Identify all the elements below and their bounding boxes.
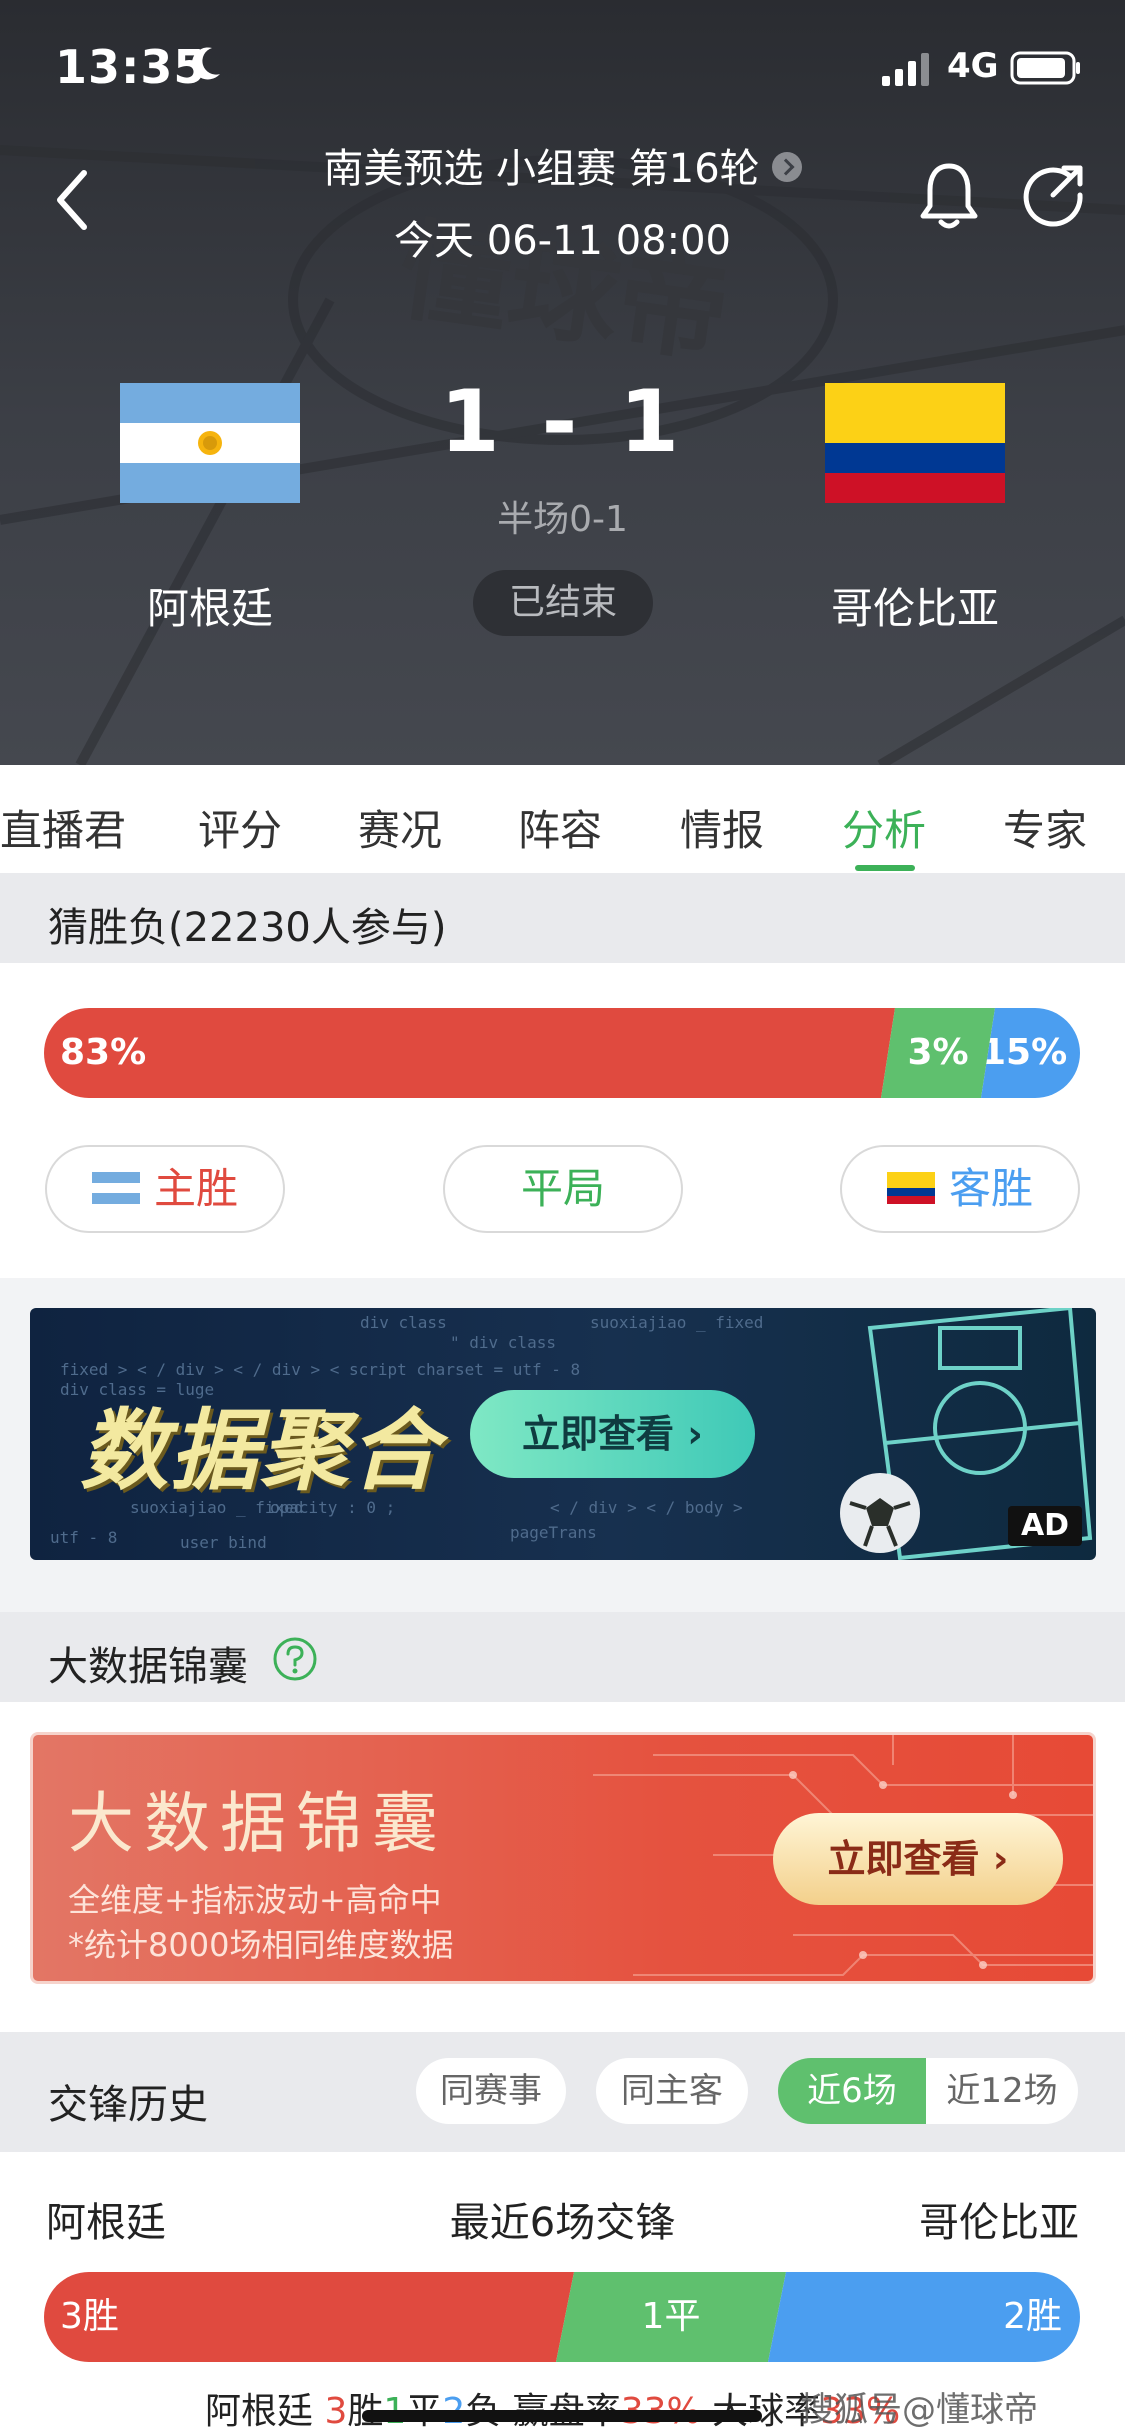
vote-away-button[interactable]: 客胜: [840, 1145, 1080, 1233]
home-team-name[interactable]: 阿根廷: [60, 575, 360, 636]
ad-tag: AD: [1008, 1506, 1082, 1546]
bigdata-section-header: 大数据锦囊: [0, 1612, 1125, 1702]
tab-rating[interactable]: 评分: [198, 797, 282, 858]
ad-code-text: fixed > < / div > < / div > < script cha…: [60, 1360, 581, 1379]
status-bar: 13:35 4G: [0, 0, 1125, 140]
argentina-flag-icon: [91, 1171, 140, 1204]
ad-view-now-button[interactable]: 立即查看 ›: [470, 1390, 755, 1478]
share-icon[interactable]: [1020, 162, 1086, 228]
record-team: 阿根廷: [205, 2391, 314, 2432]
data-aggregation-ad-banner[interactable]: div class suoxiajiao _ fixed fixed > < /…: [30, 1308, 1096, 1560]
bigdata-line-1: 全维度+指标波动+高命中: [68, 1881, 442, 1919]
signal-icon: [882, 53, 929, 86]
bell-icon[interactable]: [918, 160, 980, 232]
guess-section-header: 猜胜负(22230人参与): [0, 873, 1125, 963]
home-win-segment: 83%: [44, 1008, 895, 1098]
h2h-heading: 交锋历史: [48, 2082, 208, 2128]
ad-code-text: suoxiajiao _ fixed: [590, 1313, 764, 1332]
recent-matches-toggle: 近6场 近12场: [778, 2058, 1078, 2124]
tab-match-events[interactable]: 赛况: [358, 797, 442, 858]
filter-same-competition[interactable]: 同赛事: [416, 2058, 566, 2124]
match-title-text: 南美预选 小组赛 第16轮: [323, 146, 760, 192]
network-type: 4G: [947, 46, 999, 86]
tab-bar: 直播君 评分 赛况 阵容 情报 分析 专家: [0, 765, 1125, 873]
colombia-flag-icon: [825, 383, 1005, 503]
toggle-last-6[interactable]: 近6场: [778, 2058, 926, 2124]
guess-result-bar: 83% 3% 15%: [44, 1008, 1080, 1098]
ad-code-text: div class: [360, 1313, 447, 1332]
home-indicator[interactable]: [362, 2410, 762, 2422]
h2h-draws-segment: 1平: [556, 2272, 786, 2362]
toggle-last-12[interactable]: 近12场: [926, 2058, 1078, 2124]
ad-code-text: " div class: [450, 1333, 556, 1352]
match-status-badge: 已结束: [473, 570, 653, 636]
help-icon[interactable]: [272, 1636, 318, 1682]
guess-heading: 猜胜负(22230人参与): [48, 905, 447, 951]
tab-lineup[interactable]: 阵容: [518, 797, 602, 858]
ad-title: 数据聚合: [80, 1399, 441, 1502]
vote-away-label: 客胜: [948, 1164, 1033, 1213]
h2h-result-bar: 3胜 1平 2胜: [44, 2272, 1080, 2362]
vote-draw-button[interactable]: 平局: [443, 1145, 683, 1233]
ad-code-text: < / div > < / body >: [550, 1498, 743, 1517]
colombia-flag-icon: [886, 1171, 935, 1204]
bigdata-view-now-button[interactable]: 立即查看 ›: [773, 1813, 1063, 1905]
moon-icon: [191, 47, 220, 80]
record-wins: 3: [324, 2391, 348, 2432]
active-tab-indicator: [855, 865, 915, 871]
bigdata-banner-title: 大数据锦囊: [68, 1785, 448, 1862]
vote-home-button[interactable]: 主胜: [45, 1145, 285, 1233]
source-watermark: 搜狐号@懂球帝: [800, 2390, 1038, 2430]
h2h-wins-segment: 3胜: [44, 2272, 574, 2362]
battery-icon: [1010, 51, 1080, 85]
draw-segment: 3%: [881, 1008, 995, 1098]
halftime-score: 半场0-1: [497, 499, 628, 540]
ad-code-text: pageTrans: [510, 1523, 597, 1542]
match-header: 懂球帝 13:35 4G 南美预选 小组赛 第16轮 今天 06-11 08:0…: [0, 0, 1125, 765]
chevron-right-icon: [771, 152, 802, 182]
status-time: 13:35: [55, 40, 207, 94]
bigdata-line-2: *统计8000场相同维度数据: [68, 1926, 454, 1964]
tab-analysis[interactable]: 分析: [842, 797, 926, 858]
h2h-away-team: 哥伦比亚: [919, 2200, 1079, 2246]
tab-live[interactable]: 直播君: [0, 797, 126, 858]
vote-draw-label: 平局: [520, 1164, 605, 1213]
vote-home-label: 主胜: [153, 1164, 238, 1213]
tab-intel[interactable]: 情报: [680, 797, 764, 858]
h2h-losses-segment: 2胜: [768, 2272, 1080, 2362]
bigdata-banner[interactable]: 大数据锦囊 全维度+指标波动+高命中 *统计8000场相同维度数据 立即查看 ›: [30, 1732, 1096, 1984]
away-team-name[interactable]: 哥伦比亚: [765, 575, 1065, 636]
team-record-line: 阿根廷 3胜1平2负 赢盘率33% 大球率33%: [205, 2382, 900, 2434]
tab-experts[interactable]: 专家: [1003, 797, 1087, 858]
ad-code-text: utf - 8: [50, 1528, 118, 1547]
filter-same-home-away[interactable]: 同主客: [596, 2058, 748, 2124]
away-win-segment: 15%: [981, 1008, 1080, 1098]
ad-code-text: user bind: [180, 1533, 267, 1552]
bigdata-heading: 大数据锦囊: [48, 1644, 248, 1690]
